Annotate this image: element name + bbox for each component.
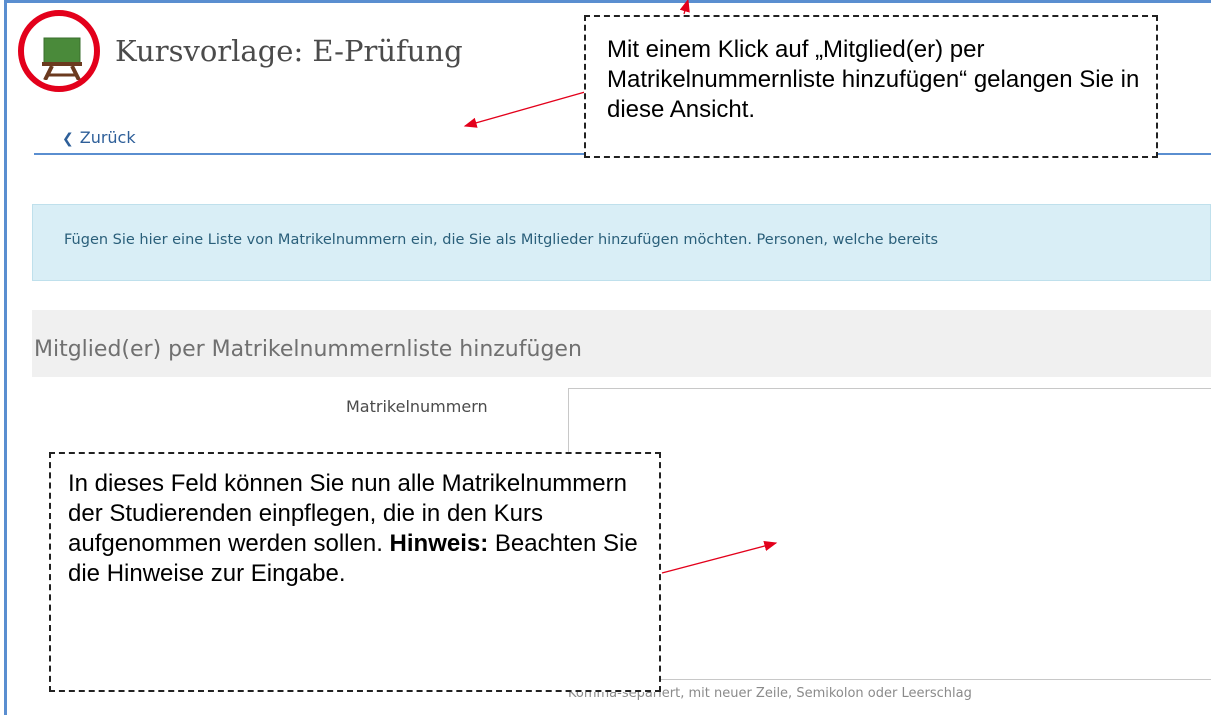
page-title: Kursvorlage: E-Prüfung [115, 34, 463, 68]
back-link-label: Zurück [79, 128, 136, 147]
info-message-text: Fügen Sie hier eine Liste von Matrikelnu… [64, 232, 939, 248]
chevron-left-icon: ❮ [62, 131, 74, 147]
annotation-callout-top: Mit einem Klick auf „Mitglied(er) per Ma… [584, 15, 1158, 158]
icon-highlight-circle [18, 10, 100, 92]
matrikelnummern-label: Matrikelnummern [346, 397, 488, 416]
matrikelnummern-textarea[interactable] [568, 388, 1211, 680]
callout-bottom-bold: Hinweis: [389, 530, 489, 557]
form-legend: Mitglied(er) per Matrikelnummernliste hi… [34, 337, 582, 362]
annotation-callout-bottom: In dieses Feld können Sie nun alle Matri… [49, 452, 661, 692]
back-link[interactable]: ❮ Zurück [62, 128, 136, 147]
info-message: Fügen Sie hier eine Liste von Matrikelnu… [32, 204, 1211, 281]
